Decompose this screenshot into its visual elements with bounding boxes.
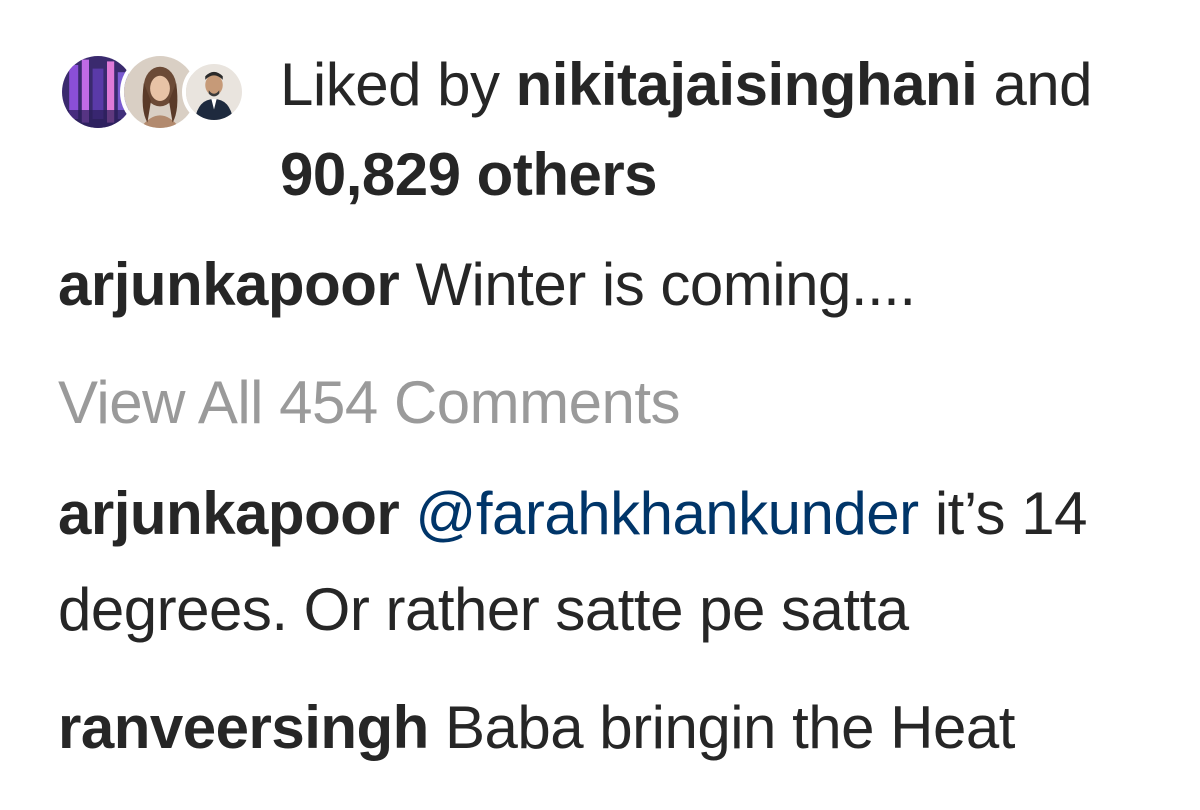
likes-row: Liked by nikitajaisinghani and 90,829 ot… [58, 42, 1178, 208]
comment-text: Baba bringin the Heat [445, 694, 1015, 761]
comment-text: it’s 14 [934, 480, 1088, 547]
comment-username[interactable]: ranveersingh [58, 694, 429, 761]
comment-mention[interactable]: @farahkhankunder [415, 480, 919, 547]
caption-username[interactable]: arjunkapoor [58, 251, 400, 318]
likes-summary: Liked by nikitajaisinghani and [280, 42, 1093, 128]
liker-avatars[interactable] [58, 52, 258, 152]
liked-by-label: Liked by [280, 51, 500, 118]
post-details: Liked by nikitajaisinghani and 90,829 ot… [0, 0, 1200, 810]
caption-text: Winter is coming.... [415, 251, 916, 318]
post-caption: arjunkapoor Winter is coming.... [58, 240, 916, 330]
likes-count[interactable]: 90,829 others [280, 132, 658, 218]
comment-text-continued: degrees. Or rather satte pe satta [58, 576, 909, 643]
comment: ranveersingh Baba bringin the Heat [58, 680, 1168, 776]
liker-username[interactable]: nikitajaisinghani [516, 51, 978, 118]
man-portrait-avatar-icon [186, 64, 242, 120]
view-all-comments-link[interactable]: View All 454 Comments [58, 358, 681, 448]
comment: arjunkapoor @farahkhankunder it’s 14 deg… [58, 466, 1168, 658]
and-label: and [993, 51, 1093, 118]
comment-username[interactable]: arjunkapoor [58, 480, 400, 547]
avatar[interactable] [182, 60, 246, 124]
